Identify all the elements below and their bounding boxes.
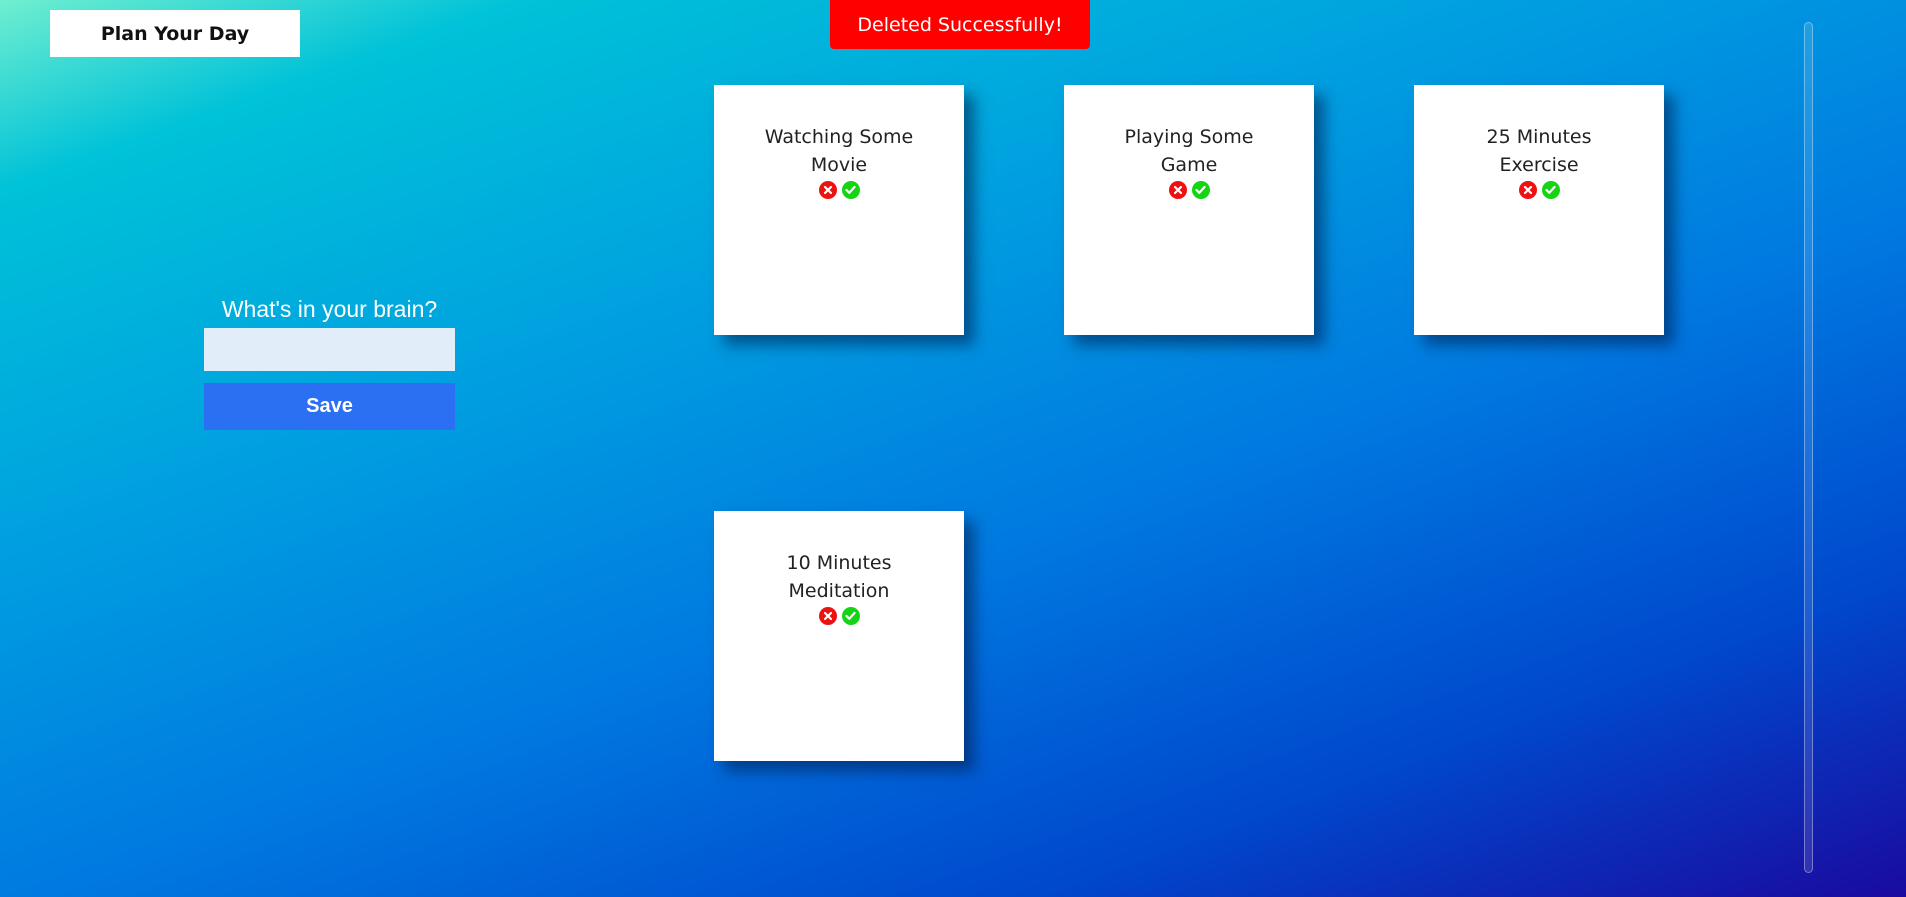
task-card: Watching Some Movie xyxy=(714,85,964,335)
task-card: 10 Minutes Meditation xyxy=(714,511,964,761)
check-circle-icon[interactable] xyxy=(841,607,860,625)
task-card-actions xyxy=(714,607,964,625)
close-circle-icon[interactable] xyxy=(818,181,837,199)
vertical-scrollbar[interactable] xyxy=(1804,22,1813,873)
app-title: Plan Your Day xyxy=(50,10,300,57)
close-circle-icon[interactable] xyxy=(818,607,837,625)
task-card: 25 Minutes Exercise xyxy=(1414,85,1664,335)
task-input[interactable] xyxy=(204,328,455,371)
toast-notification: Deleted Successfully! xyxy=(830,0,1090,49)
task-card: Playing Some Game xyxy=(1064,85,1314,335)
task-card-actions xyxy=(1414,181,1664,199)
close-circle-icon[interactable] xyxy=(1168,181,1187,199)
task-card-text: 10 Minutes Meditation xyxy=(786,552,892,602)
task-card-text: Playing Some Game xyxy=(1124,126,1254,176)
task-card-actions xyxy=(714,181,964,199)
check-circle-icon[interactable] xyxy=(841,181,860,199)
task-card-actions xyxy=(1064,181,1314,199)
save-button[interactable]: Save xyxy=(204,383,455,430)
check-circle-icon[interactable] xyxy=(1191,181,1210,199)
task-card-text: Watching Some Movie xyxy=(764,126,914,176)
close-circle-icon[interactable] xyxy=(1518,181,1537,199)
check-circle-icon[interactable] xyxy=(1541,181,1560,199)
task-entry-form: What's in your brain? Save xyxy=(204,296,455,430)
task-card-text: 25 Minutes Exercise xyxy=(1486,126,1592,176)
entry-prompt: What's in your brain? xyxy=(221,296,438,322)
